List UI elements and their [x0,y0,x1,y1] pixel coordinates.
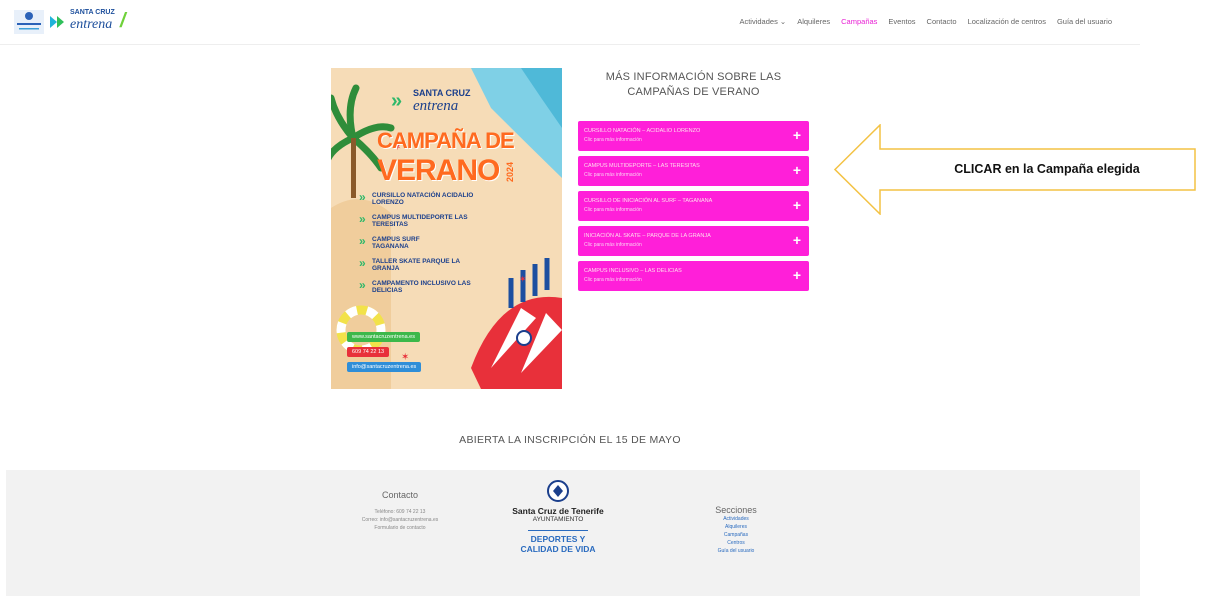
poster-item-chevron-icon: » [359,190,366,204]
main-nav: Actividades ⌄ Alquileres Campañas Evento… [728,17,1112,26]
expand-plus-icon[interactable]: + [793,197,801,213]
logo-swoosh-icon: / [120,10,126,32]
footer-sections: Secciones Actividades Alquileres Campaña… [696,505,776,555]
footer-org-name: Santa Cruz de Tenerife [512,506,604,516]
campaign-poster: ✶ ✶ ✶ » SANTA CRUZ entrena CAMPAÑA DE VE… [331,68,562,389]
poster-phone: 609 74 22 13 [347,347,390,357]
nav-alquileres[interactable]: Alquileres [797,17,830,26]
footer-dept-line2: CALIDAD DE VIDA [520,544,596,554]
nav-localizacion[interactable]: Localización de centros [968,17,1046,26]
poster-item: » CAMPUS MULTIDEPORTE LAS TERESITAS [359,212,468,228]
info-title: MÁS INFORMACIÓN SOBRE LAS CAMPAÑAS DE VE… [605,71,782,98]
poster-brand-top: SANTA CRUZ [413,88,471,98]
poster-title-line1: CAMPAÑA DE [377,128,515,153]
footer-divider [528,530,588,531]
poster-items: » CURSILLO NATACIÓN ACIDALIO LORENZO » CAM… [359,190,499,302]
footer-link-centros[interactable]: Centros [696,539,776,547]
inscripcion-notice: ABIERTA LA INSCRIPCIÓN EL 15 DE MAYO [459,434,681,446]
nav-eventos[interactable]: Eventos [888,17,915,26]
poster-item: » CAMPUS SURF TAGANANA [359,234,420,250]
accordion-subtitle: Clic para más información [584,207,642,213]
poster-item-chevron-icon: » [359,278,366,292]
poster-title-line2: VERANO [377,154,500,187]
accordion-title: CURSILLO NATACIÓN – ACIDALIO LORENZO [584,128,701,134]
poster-council-crest-icon [516,330,532,346]
poster-item-chevron-icon: » [359,234,366,248]
footer-contact: Contacto Teléfono: 609 74 22 13 Correo: … [330,490,470,532]
footer-link-actividades[interactable]: Actividades [696,515,776,523]
accordion-title: CAMPUS INCLUSIVO – LAS DELICIAS [584,268,682,274]
expand-plus-icon[interactable]: + [793,127,801,143]
footer-email[interactable]: Correo: info@santacruzentrena.es [330,516,470,524]
poster-brand-bottom: entrena [413,98,459,114]
logo-brand-top: SANTA CRUZ [70,9,115,16]
footer-link-guia[interactable]: Guía del usuario [696,547,776,555]
poster-title: CAMPAÑA DE VERANO 2024 [377,128,547,188]
nav-contacto[interactable]: Contacto [927,17,957,26]
accordion-title: CAMPUS MULTIDEPORTE – LAS TERESITAS [584,163,700,169]
accordion-item-surf[interactable]: CURSILLO DE INICIACIÓN AL SURF – TAGANAN… [578,191,809,221]
poster-item: » TALLER SKATE PARQUE LA GRANJA [359,256,460,272]
accordion-item-skate[interactable]: INICIACIÓN AL SKATE – PARQUE DE LA GRANJ… [578,226,809,256]
nav-actividades[interactable]: Actividades ⌄ [739,17,786,26]
poster-item: » CAMPAMENTO INCLUSIVO LAS DELICIAS [359,278,471,294]
poster-email: info@santacruzentrena.es [347,362,422,372]
footer-dept-line1: DEPORTES Y [530,534,586,544]
accordion-item-inclusivo[interactable]: CAMPUS INCLUSIVO – LAS DELICIAS Clic par… [578,261,809,291]
logo-brand-bottom: entrena [70,17,113,32]
poster-item-chevron-icon: » [359,212,366,226]
expand-plus-icon[interactable]: + [793,162,801,178]
accordion-subtitle: Clic para más información [584,277,642,283]
site-header: SANTA CRUZ entrena / Actividades ⌄ Alqui… [0,0,1140,45]
accordion-title: CURSILLO DE INICIACIÓN AL SURF – TAGANAN… [584,198,713,204]
footer-contact-form-link[interactable]: Formulario de contacto [330,524,470,532]
expand-plus-icon[interactable]: + [793,232,801,248]
footer-sections-title: Secciones [715,505,757,515]
poster-year: 2024 [505,162,515,183]
poster-web: www.santacruzentrena.es [347,332,420,342]
footer-contact-title: Contacto [381,490,419,500]
accordion-subtitle: Clic para más información [584,172,642,178]
footer-link-alquileres[interactable]: Alquileres [696,523,776,531]
accordion-item-natacion[interactable]: CURSILLO NATACIÓN – ACIDALIO LORENZO Cli… [578,121,809,151]
accordion-subtitle: Clic para más información [584,242,642,248]
site-logo[interactable]: SANTA CRUZ entrena / [14,6,138,38]
callout-text: CLICAR en la Campaña elegida [954,162,1140,176]
accordion-item-multideporte[interactable]: CAMPUS MULTIDEPORTE – LAS TERESITAS Clic… [578,156,809,186]
footer-link-campanas[interactable]: Campañas [696,531,776,539]
footer-phone: Teléfono: 609 74 22 13 [374,509,426,515]
poster-item-chevron-icon: » [359,256,366,270]
site-footer: Contacto Teléfono: 609 74 22 13 Correo: … [6,470,1140,596]
poster-chevron-icon: » [391,90,403,112]
footer-council-logo: Santa Cruz de Tenerife AYUNTAMIENTO DEPO… [493,480,623,554]
accordion-title: INICIACIÓN AL SKATE – PARQUE DE LA GRANJ… [584,233,711,239]
council-crest-icon [547,480,569,502]
accordion-subtitle: Clic para más información [584,137,642,143]
nav-campanas[interactable]: Campañas [841,17,877,26]
poster-item: » CURSILLO NATACIÓN ACIDALIO LORENZO [359,190,474,206]
svg-text:✶: ✶ [519,274,527,284]
footer-org-sub: AYUNTAMIENTO [532,516,584,523]
expand-plus-icon[interactable]: + [793,267,801,283]
nav-guia[interactable]: Guía del usuario [1057,17,1112,26]
